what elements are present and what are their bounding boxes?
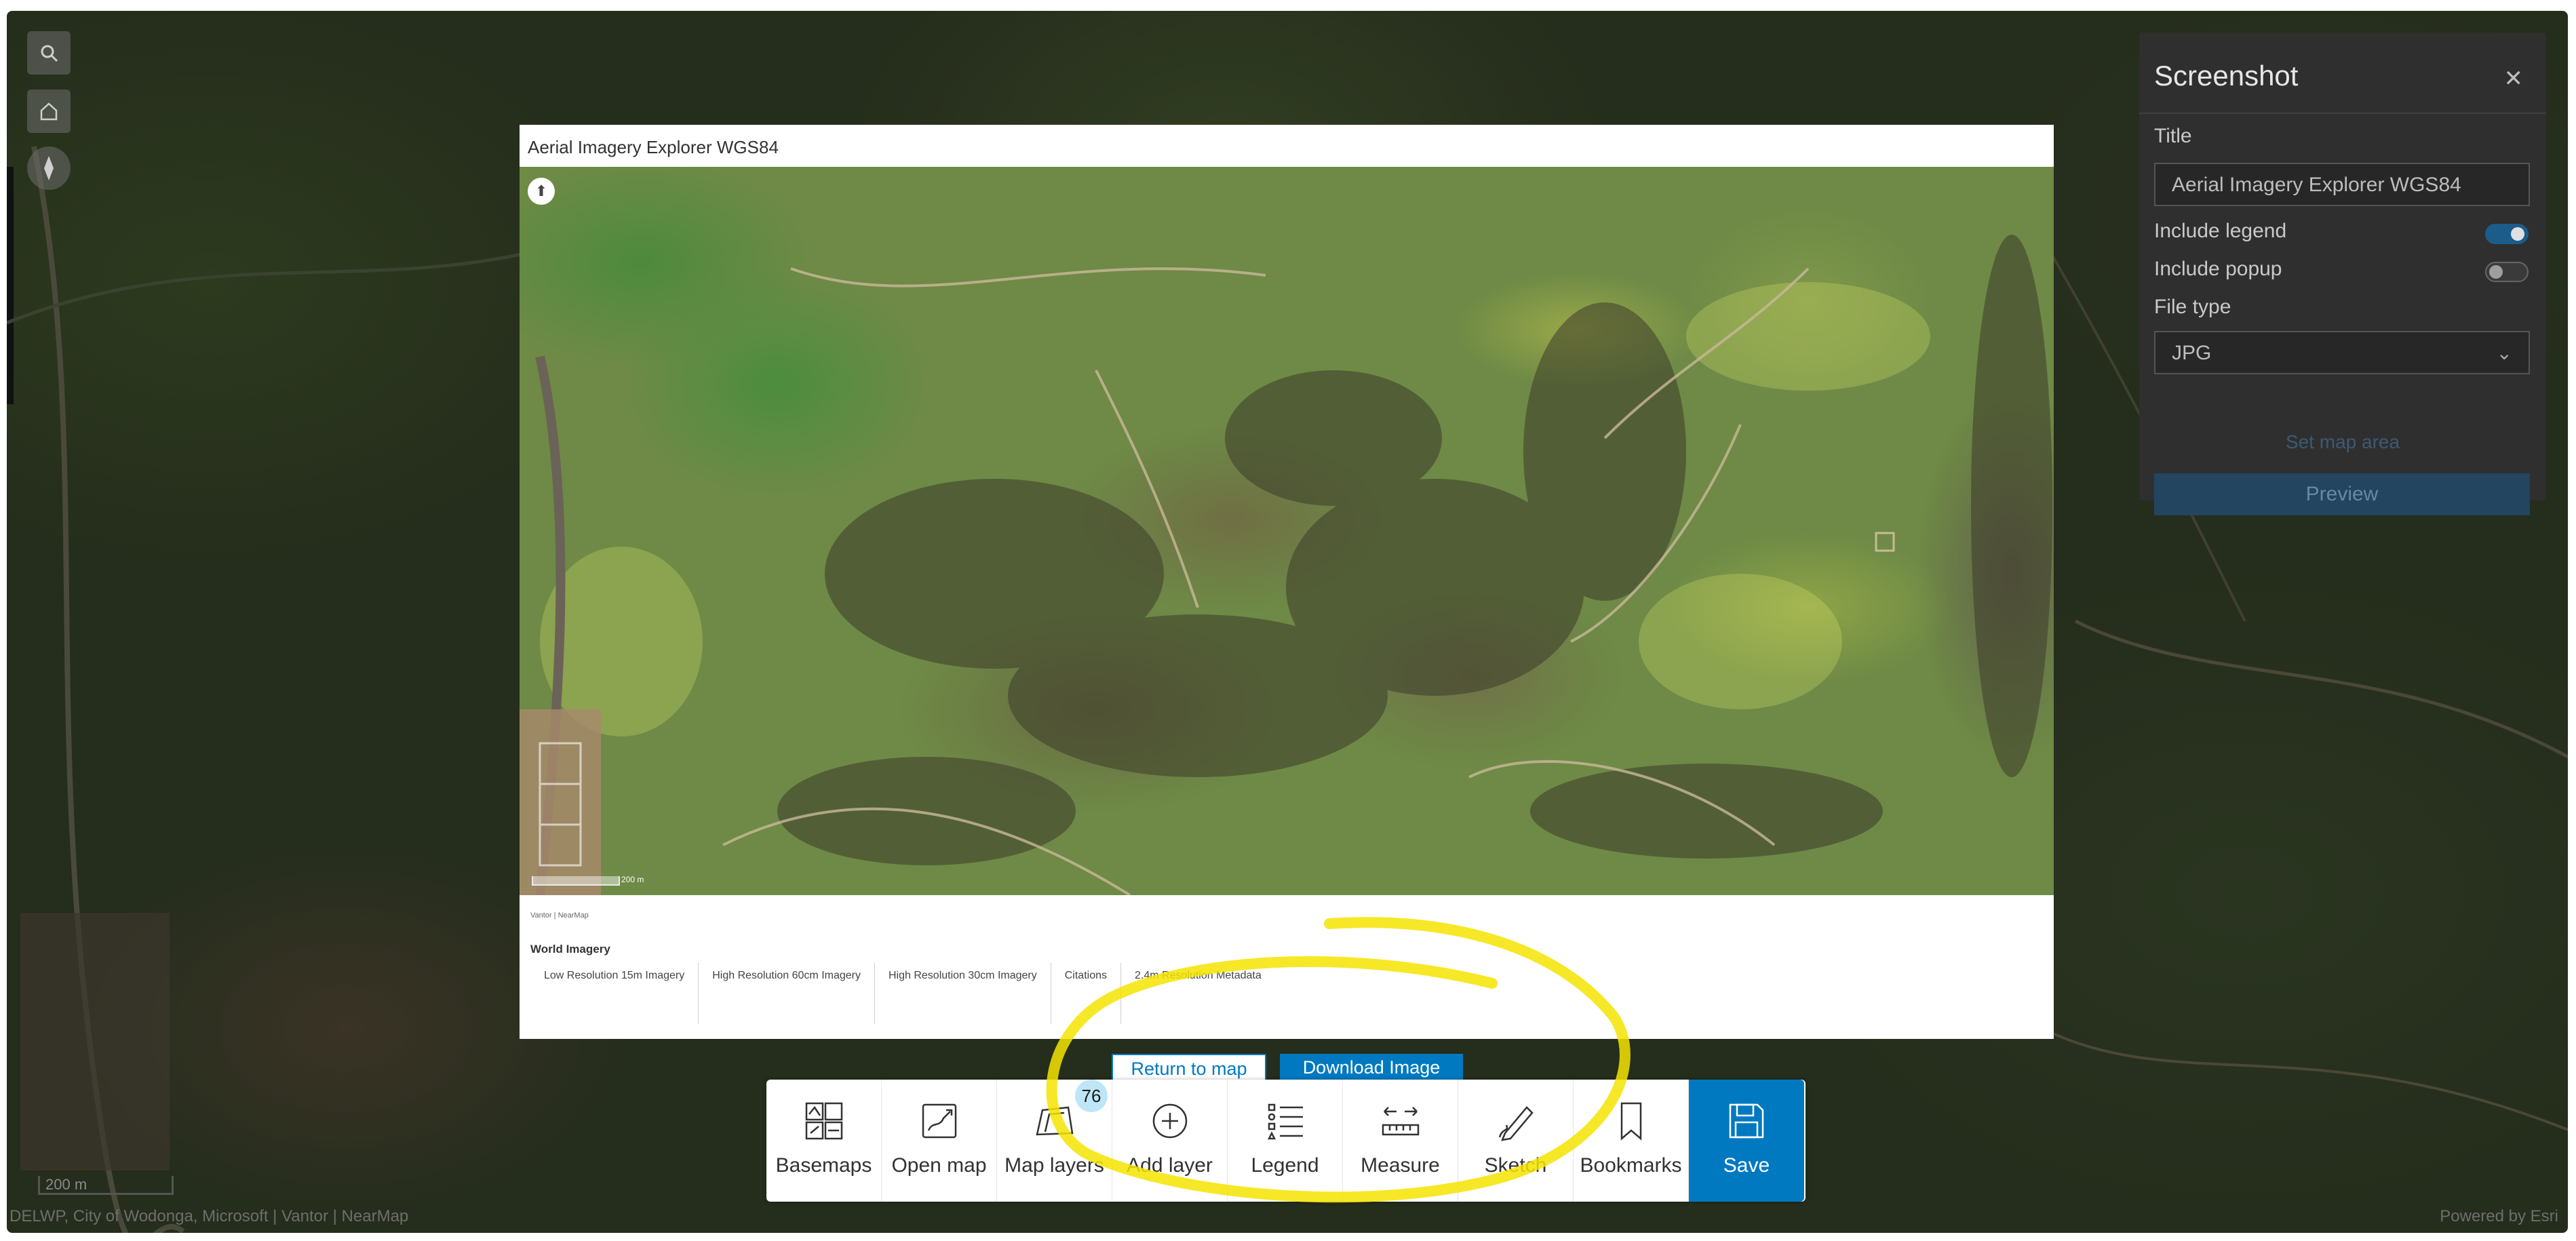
screenshot-panel: Screenshot ✕ Title Aerial Imagery Explor… xyxy=(2139,33,2546,515)
include-popup-label: Include popup xyxy=(2154,258,2282,280)
return-to-map-button[interactable]: Return to map xyxy=(1112,1054,1266,1081)
basemaps-icon xyxy=(805,1102,842,1140)
search-button[interactable] xyxy=(27,31,71,75)
sketch-button[interactable]: Sketch xyxy=(1458,1080,1574,1202)
legend-items: Low Resolution 15m Imagery High Resoluti… xyxy=(530,963,1275,1024)
screenshot-preview: Aerial Imagery Explorer WGS84 ⬆ 200 m Va… xyxy=(520,125,2054,1039)
bookmarks-button[interactable]: Bookmarks xyxy=(1574,1080,1689,1202)
legend-item: 2.4m Resolution Metadata xyxy=(1135,970,1262,981)
powered-by-esri[interactable]: Powered by Esri xyxy=(2440,1207,2558,1226)
legend-item: High Resolution 60cm Imagery xyxy=(699,963,875,1024)
sketch-label: Sketch xyxy=(1484,1154,1547,1177)
preview-button[interactable]: Preview xyxy=(2154,473,2530,515)
add-layer-icon xyxy=(1152,1103,1187,1139)
open-map-icon xyxy=(922,1103,956,1139)
title-label: Title xyxy=(2154,125,2192,147)
bookmark-icon xyxy=(1620,1102,1641,1141)
measure-button[interactable]: Measure xyxy=(1343,1080,1458,1202)
compass-button[interactable] xyxy=(27,146,71,190)
download-image-button[interactable]: Download Image xyxy=(1280,1054,1463,1081)
legend-layer-title: World Imagery xyxy=(530,943,610,956)
search-icon xyxy=(41,45,58,62)
home-button[interactable] xyxy=(27,90,71,133)
legend-label: Legend xyxy=(1251,1154,1319,1177)
legend-item: Citations xyxy=(1051,963,1121,1024)
save-label: Save xyxy=(1723,1154,1770,1177)
bottom-toolbar: Basemaps Open map Map layers 76 Add laye… xyxy=(766,1080,1806,1202)
file-type-label: File type xyxy=(2154,296,2231,318)
set-map-area-link[interactable]: Set map area xyxy=(2139,431,2546,453)
preview-scale-bar xyxy=(532,876,620,886)
basemaps-button[interactable]: Basemaps xyxy=(766,1080,882,1202)
legend-icon xyxy=(1267,1103,1303,1140)
add-layer-label: Add layer xyxy=(1127,1154,1213,1177)
legend-item: High Resolution 30cm Imagery xyxy=(875,963,1051,1024)
add-layer-button[interactable]: Add layer xyxy=(1112,1080,1228,1202)
file-type-value: JPG xyxy=(2172,342,2212,364)
aerial-image: ⬆ 200 m xyxy=(520,167,2054,895)
open-map-button[interactable]: Open map xyxy=(882,1080,997,1202)
include-popup-toggle[interactable] xyxy=(2485,262,2529,282)
preview-compass-icon: ⬆ xyxy=(528,178,555,205)
open-map-label: Open map xyxy=(891,1154,987,1177)
save-icon xyxy=(1729,1103,1764,1139)
map-attribution[interactable]: DELWP, City of Wodonga, Microsoft | Vant… xyxy=(9,1207,408,1226)
map-layers-count-badge: 76 xyxy=(1075,1080,1108,1112)
sketch-icon xyxy=(1498,1106,1534,1141)
title-input[interactable]: Aerial Imagery Explorer WGS84 xyxy=(2154,163,2530,206)
legend-item: Low Resolution 15m Imagery xyxy=(530,963,699,1024)
map-layers-button[interactable]: Map layers 76 xyxy=(997,1080,1112,1202)
save-button[interactable]: Save xyxy=(1689,1080,1804,1202)
basemaps-label: Basemaps xyxy=(775,1154,872,1177)
file-type-select[interactable]: JPG ⌄ xyxy=(2154,331,2530,374)
preview-attribution: Vantor | NearMap xyxy=(530,911,589,920)
panel-divider xyxy=(2139,113,2546,114)
measure-label: Measure xyxy=(1361,1154,1440,1177)
include-legend-label: Include legend xyxy=(2154,220,2287,242)
preview-title: Aerial Imagery Explorer WGS84 xyxy=(528,137,779,157)
include-legend-toggle[interactable] xyxy=(2485,224,2529,244)
close-icon[interactable]: ✕ xyxy=(2504,65,2524,92)
map-layers-icon xyxy=(1035,1106,1073,1136)
compass-icon xyxy=(44,156,54,180)
aerial-texture xyxy=(520,235,2052,895)
chevron-down-icon: ⌄ xyxy=(2496,342,2512,363)
panel-title: Screenshot xyxy=(2154,60,2299,92)
home-icon xyxy=(40,102,58,121)
map-scale-bar: 200 m xyxy=(38,1176,174,1195)
map-layers-label: Map layers xyxy=(1004,1154,1104,1177)
preview-scale-label: 200 m xyxy=(621,875,644,884)
bookmarks-label: Bookmarks xyxy=(1580,1154,1682,1177)
legend-button[interactable]: Legend xyxy=(1228,1080,1343,1202)
measure-icon xyxy=(1382,1107,1419,1136)
